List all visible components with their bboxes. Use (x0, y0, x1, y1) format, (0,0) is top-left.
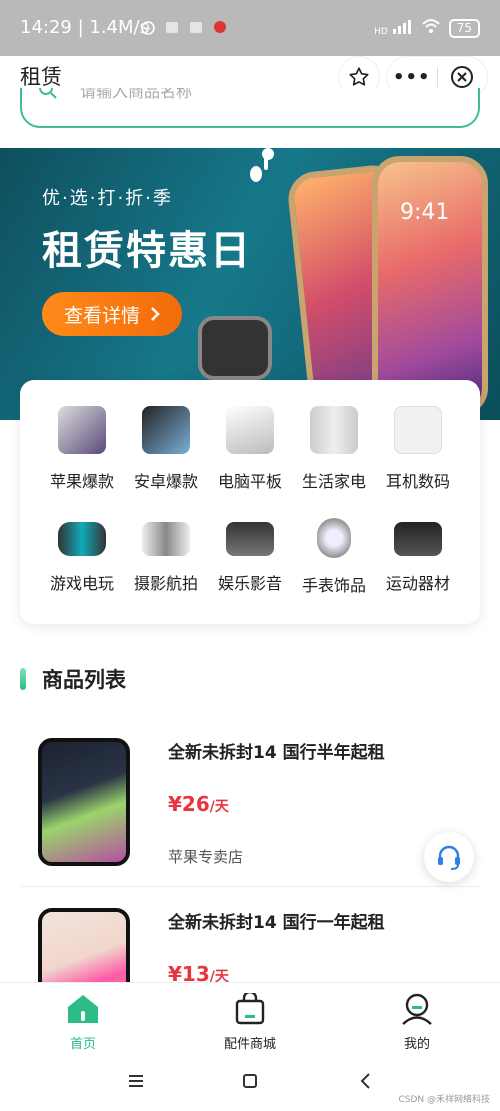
banner-subtitle: 优·选·打·折·季 (42, 188, 173, 209)
projector-icon (226, 522, 274, 556)
category-label: 娱乐影音 (217, 574, 282, 593)
home-icon (68, 995, 98, 1023)
search-bar[interactable]: 请输入商品名称 (20, 88, 480, 128)
product-name: 全新未拆封14 国行半年起租 (168, 743, 385, 763)
search-icon (39, 88, 57, 99)
view-details-button[interactable]: 查看详情 (42, 292, 182, 336)
watermark: CSDN @禾祥网络科技 (398, 1095, 490, 1105)
category-item[interactable]: 运动器材 (376, 514, 460, 594)
category-item[interactable]: 安卓爆款 (124, 406, 208, 492)
customer-service-button[interactable] (424, 832, 474, 882)
status-notification-icons (140, 19, 228, 35)
smartwatch-image (198, 316, 272, 380)
category-label: 电脑平板 (217, 472, 282, 491)
product-image (38, 908, 130, 982)
home-nav-icon[interactable] (240, 1072, 260, 1090)
phone-image-front: 9:41 (372, 156, 488, 416)
category-label: 运动器材 (385, 574, 450, 593)
close-button[interactable] (437, 65, 487, 89)
tab-home[interactable]: 首页 (23, 993, 143, 1052)
fridge-icon (310, 406, 358, 454)
tab-label: 首页 (69, 1037, 96, 1052)
drone-icon (142, 522, 190, 556)
shopping-bag-icon (235, 990, 265, 1025)
close-circle-icon (451, 66, 474, 88)
battery-icon: 75 (448, 18, 480, 38)
alarm-icon (140, 19, 156, 35)
product-card[interactable]: 全新未拆封14 国行一年起租 ¥13/天 (20, 908, 480, 982)
bottom-tab-bar: 首页 配件商城 我的 (0, 982, 500, 1052)
stepper-icon (394, 522, 442, 556)
status-time: 14:29 | 1.4M/s (20, 17, 149, 38)
product-shop: 苹果专卖店 (168, 848, 244, 866)
section-header: 商品列表 (20, 664, 126, 694)
watch-icon (317, 518, 351, 558)
category-label: 手表饰品 (301, 576, 366, 595)
more-dots-icon: ••• (392, 66, 431, 88)
page-title: 租赁 (20, 65, 62, 89)
category-label: 游戏电玩 (49, 574, 114, 593)
product-name: 全新未拆封14 国行一年起租 (168, 913, 385, 933)
category-label: 生活家电 (301, 472, 366, 491)
category-grid: 苹果爆款 安卓爆款 电脑平板 生活家电 耳机数码 游戏电玩 摄影航拍 娱乐影音 … (20, 380, 480, 624)
category-item[interactable]: 娱乐影音 (208, 514, 292, 594)
wifi-icon (421, 18, 441, 38)
tab-accessories-mall[interactable]: 配件商城 (190, 990, 310, 1052)
product-image (38, 738, 130, 866)
more-button[interactable]: ••• (387, 67, 437, 88)
menu-icon[interactable] (126, 1072, 146, 1090)
laptop-icon (226, 406, 274, 454)
status-right: HD 75 (374, 18, 480, 38)
product-price: ¥26/天 (168, 792, 229, 816)
app-notification-icon (164, 19, 180, 35)
banner-headline: 租赁特惠日 (42, 228, 252, 274)
status-bar: 14:29 | 1.4M/s HD 75 (0, 0, 500, 56)
back-icon[interactable] (356, 1072, 376, 1090)
category-label: 耳机数码 (385, 472, 450, 491)
view-details-label: 查看详情 (63, 304, 140, 327)
search-input[interactable]: 请输入商品名称 (80, 88, 192, 102)
chevron-right-icon (151, 307, 160, 321)
tab-profile[interactable]: 我的 (357, 993, 477, 1052)
signal-icon: HD (374, 19, 413, 37)
section-accent-bar (20, 668, 26, 690)
app-notification-icon-2 (188, 19, 204, 35)
category-item[interactable]: 游戏电玩 (40, 514, 124, 594)
earbuds-image (250, 148, 274, 182)
android-phone-icon (142, 406, 190, 454)
star-icon (349, 67, 369, 86)
headset-icon (438, 845, 460, 870)
game-console-icon (58, 522, 106, 556)
category-item[interactable]: 摄影航拍 (124, 514, 208, 594)
category-label: 苹果爆款 (49, 472, 114, 491)
category-item[interactable]: 生活家电 (292, 406, 376, 492)
category-item[interactable]: 苹果爆款 (40, 406, 124, 492)
earbuds-icon (394, 406, 442, 454)
app-notification-icon-3 (212, 19, 228, 35)
category-item[interactable]: 电脑平板 (208, 406, 292, 492)
phone-clock: 9:41 (400, 200, 450, 225)
category-label: 摄影航拍 (133, 574, 198, 593)
product-price: ¥13/天 (168, 962, 229, 982)
tab-label: 我的 (403, 1037, 430, 1052)
category-label: 安卓爆款 (133, 472, 198, 491)
category-item[interactable]: 耳机数码 (376, 406, 460, 492)
tab-label: 配件商城 (223, 1037, 276, 1052)
product-card[interactable]: 全新未拆封14 国行半年起租 ¥26/天 苹果专卖店 (20, 738, 480, 866)
section-title: 商品列表 (42, 668, 126, 692)
user-icon (402, 993, 432, 1025)
iphone-icon (58, 406, 106, 454)
list-divider (20, 886, 480, 887)
category-item[interactable]: 手表饰品 (292, 514, 376, 596)
